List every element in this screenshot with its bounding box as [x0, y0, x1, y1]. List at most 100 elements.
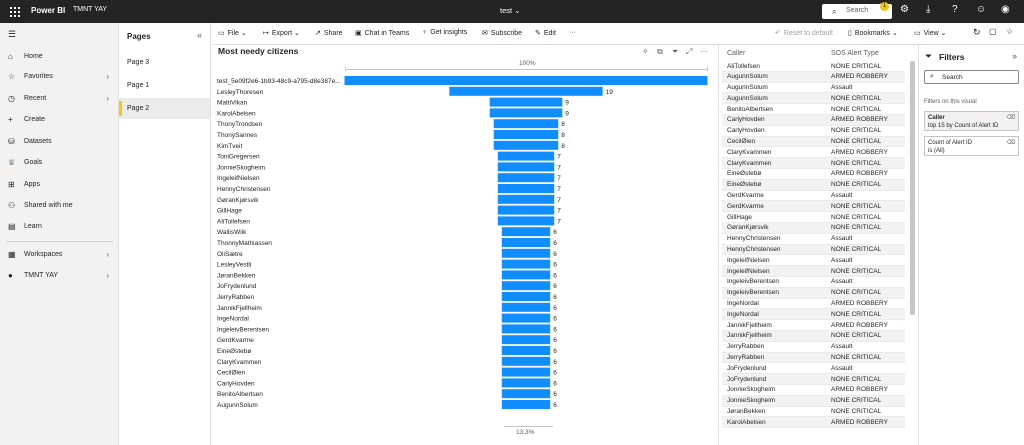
funnel-bar[interactable]: [501, 270, 551, 280]
table-row[interactable]: GøranKjørsvik NONE CRITICAL: [722, 222, 905, 234]
eraser-icon[interactable]: ⌫: [1007, 114, 1015, 122]
table-row[interactable]: JerryRabben Assault: [722, 341, 905, 353]
table-row[interactable]: CecilØien NONE CRITICAL: [722, 136, 905, 148]
table-row[interactable]: GillHage NONE CRITICAL: [722, 212, 905, 223]
page-tab[interactable]: Page 1: [119, 75, 210, 96]
funnel-bar[interactable]: [501, 346, 551, 355]
sidebar-item-home[interactable]: ⌂ Home: [0, 50, 119, 64]
table-row[interactable]: HennyChristensen NONE CRITICAL: [722, 244, 905, 256]
page-tab[interactable]: Page 3: [119, 52, 210, 73]
filter-card-count-of-alert-id[interactable]: Count of Alert ID is (All) ⌫: [924, 136, 1019, 156]
sidebar-item-learn[interactable]: ▤ Learn: [0, 220, 119, 234]
table-row[interactable]: ClaryKvammen ARMED ROBBERY: [722, 147, 905, 159]
report-title[interactable]: test ⌄: [500, 6, 520, 15]
refresh-icon[interactable]: ↻: [973, 27, 981, 38]
column-header-sos-alert-type[interactable]: SOS Alert Type: [831, 50, 879, 57]
funnel-bar[interactable]: [501, 281, 551, 291]
funnel-bar[interactable]: [501, 259, 551, 269]
table-row[interactable]: IngeleifNielsen Assault: [722, 255, 905, 267]
funnel-bar[interactable]: [501, 302, 551, 312]
table-row[interactable]: HennyChristensen Assault: [722, 233, 905, 245]
collapse-pages-icon[interactable]: «: [197, 30, 202, 40]
sidebar-item-workspaces[interactable]: ▦ Workspaces ›: [0, 248, 119, 262]
funnel-bar[interactable]: [493, 130, 559, 139]
funnel-bar[interactable]: [501, 335, 551, 345]
table-row[interactable]: AugunnSolum NONE CRITICAL: [722, 93, 905, 105]
funnel-bar[interactable]: [489, 108, 563, 118]
funnel-bar[interactable]: [497, 205, 555, 215]
app-name[interactable]: Power BI: [31, 6, 65, 15]
table-row[interactable]: JannikFjellheim NONE CRITICAL: [722, 330, 905, 342]
table-row[interactable]: CarlyHovden ARMED ROBBERY: [722, 114, 905, 126]
funnel-bar[interactable]: [501, 378, 551, 388]
funnel-bar[interactable]: [501, 227, 551, 237]
funnel-bar[interactable]: [493, 140, 559, 150]
table-row[interactable]: JoFrydenlund Assault: [722, 363, 905, 375]
subscribe-button[interactable]: ✉ Subscribe: [482, 29, 522, 37]
table-row[interactable]: EineØstebø ARMED ROBBERY: [722, 168, 905, 180]
table-row[interactable]: CarlyHovden NONE CRITICAL: [722, 125, 905, 137]
table-row[interactable]: EineØstebø NONE CRITICAL: [722, 179, 905, 191]
funnel-bar[interactable]: [501, 356, 551, 366]
table-row[interactable]: IngeleifNielsen NONE CRITICAL: [722, 266, 905, 277]
sidebar-item-favorites[interactable]: ☆ Favorites ›: [0, 70, 119, 84]
filters-search-input[interactable]: ⌕ Search: [924, 70, 1019, 84]
hamburger-menu-icon[interactable]: ☰: [8, 29, 16, 40]
column-header-caller[interactable]: Caller: [727, 50, 745, 57]
favorite-star-icon[interactable]: ☆: [1006, 27, 1013, 36]
table-row[interactable]: IngeNordal ARMED ROBBERY: [722, 298, 905, 310]
table-row[interactable]: AliTollefsen NONE CRITICAL: [722, 61, 905, 72]
view-button[interactable]: ▭ View ⌄: [914, 29, 946, 37]
table-row[interactable]: AugunnSolum ARMED ROBBERY: [722, 71, 905, 83]
table-row[interactable]: IngeleivBerentsen NONE CRITICAL: [722, 287, 905, 299]
table-row[interactable]: IngeleivBerentsen Assault: [722, 276, 905, 288]
export-menu-button[interactable]: ↦ Export ⌄: [263, 29, 300, 37]
table-row[interactable]: JannikFjellheim ARMED ROBBERY: [722, 320, 905, 331]
workspace-name[interactable]: TMNT YAY: [73, 6, 107, 13]
funnel-bar[interactable]: [493, 119, 559, 129]
help-icon[interactable]: ?: [952, 4, 958, 15]
table-row[interactable]: GerdKvarme NONE CRITICAL: [722, 201, 905, 213]
table-row[interactable]: IngeNordal NONE CRITICAL: [722, 309, 905, 321]
filter-card-caller[interactable]: Caller top 15 by Count of Alert ID ⌫: [924, 111, 1019, 131]
app-launcher-icon[interactable]: [10, 7, 20, 17]
funnel-bar[interactable]: [501, 238, 551, 247]
funnel-bar[interactable]: [344, 76, 708, 85]
sidebar-item-tmnt-yay[interactable]: ● TMNT YAY ›: [0, 269, 119, 283]
funnel-bar[interactable]: [501, 292, 551, 301]
table-row[interactable]: JonnieSkogheim ARMED ROBBERY: [722, 384, 905, 396]
share-button[interactable]: ↗ Share: [315, 29, 343, 37]
file-menu-button[interactable]: ▭ File ⌄: [218, 29, 247, 37]
funnel-bar[interactable]: [497, 151, 555, 161]
sidebar-item-recent[interactable]: ◷ Recent ›: [0, 92, 119, 106]
download-icon[interactable]: ⤓: [926, 4, 930, 15]
page-tab-active[interactable]: Page 2: [119, 98, 210, 119]
table-row[interactable]: JoFrydenlund NONE CRITICAL: [722, 374, 905, 385]
eraser-icon[interactable]: ⌫: [1007, 139, 1015, 147]
account-avatar-icon[interactable]: ◉: [1001, 4, 1010, 15]
feedback-smiley-icon[interactable]: ☺: [976, 4, 986, 15]
table-row[interactable]: ClaryKvammen NONE CRITICAL: [722, 158, 905, 169]
funnel-bar[interactable]: [497, 184, 555, 193]
collapse-filters-icon[interactable]: »: [1012, 51, 1017, 61]
funnel-bar[interactable]: [449, 86, 603, 96]
sidebar-item-apps[interactable]: ⊞ Apps: [0, 178, 119, 192]
table-row[interactable]: GerdKvarme Assault: [722, 190, 905, 202]
more-options-button[interactable]: ···: [569, 29, 576, 36]
funnel-bar[interactable]: [497, 162, 555, 172]
sidebar-item-goals[interactable]: ♕ Goals: [0, 156, 119, 170]
funnel-bar[interactable]: [497, 173, 555, 183]
funnel-bar[interactable]: [497, 194, 555, 204]
get-insights-button[interactable]: ♀ Get insights: [422, 29, 467, 36]
funnel-bar[interactable]: [501, 324, 551, 334]
sidebar-item-create[interactable]: + Create: [0, 113, 119, 127]
table-row[interactable]: JerryRabben NONE CRITICAL: [722, 352, 905, 364]
funnel-bar[interactable]: [501, 389, 551, 399]
reset-to-default-button[interactable]: ↶ Reset to default: [775, 29, 833, 37]
table-row[interactable]: AugunnSolum Assault: [722, 82, 905, 94]
funnel-bar[interactable]: [489, 97, 563, 107]
table-row[interactable]: BenitoAlbertsen NONE CRITICAL: [722, 104, 905, 115]
gear-icon[interactable]: ⚙: [900, 4, 909, 15]
sidebar-item-shared[interactable]: ⚇ Shared with me: [0, 199, 119, 213]
chat-in-teams-button[interactable]: ▣ Chat in Teams: [355, 29, 409, 37]
